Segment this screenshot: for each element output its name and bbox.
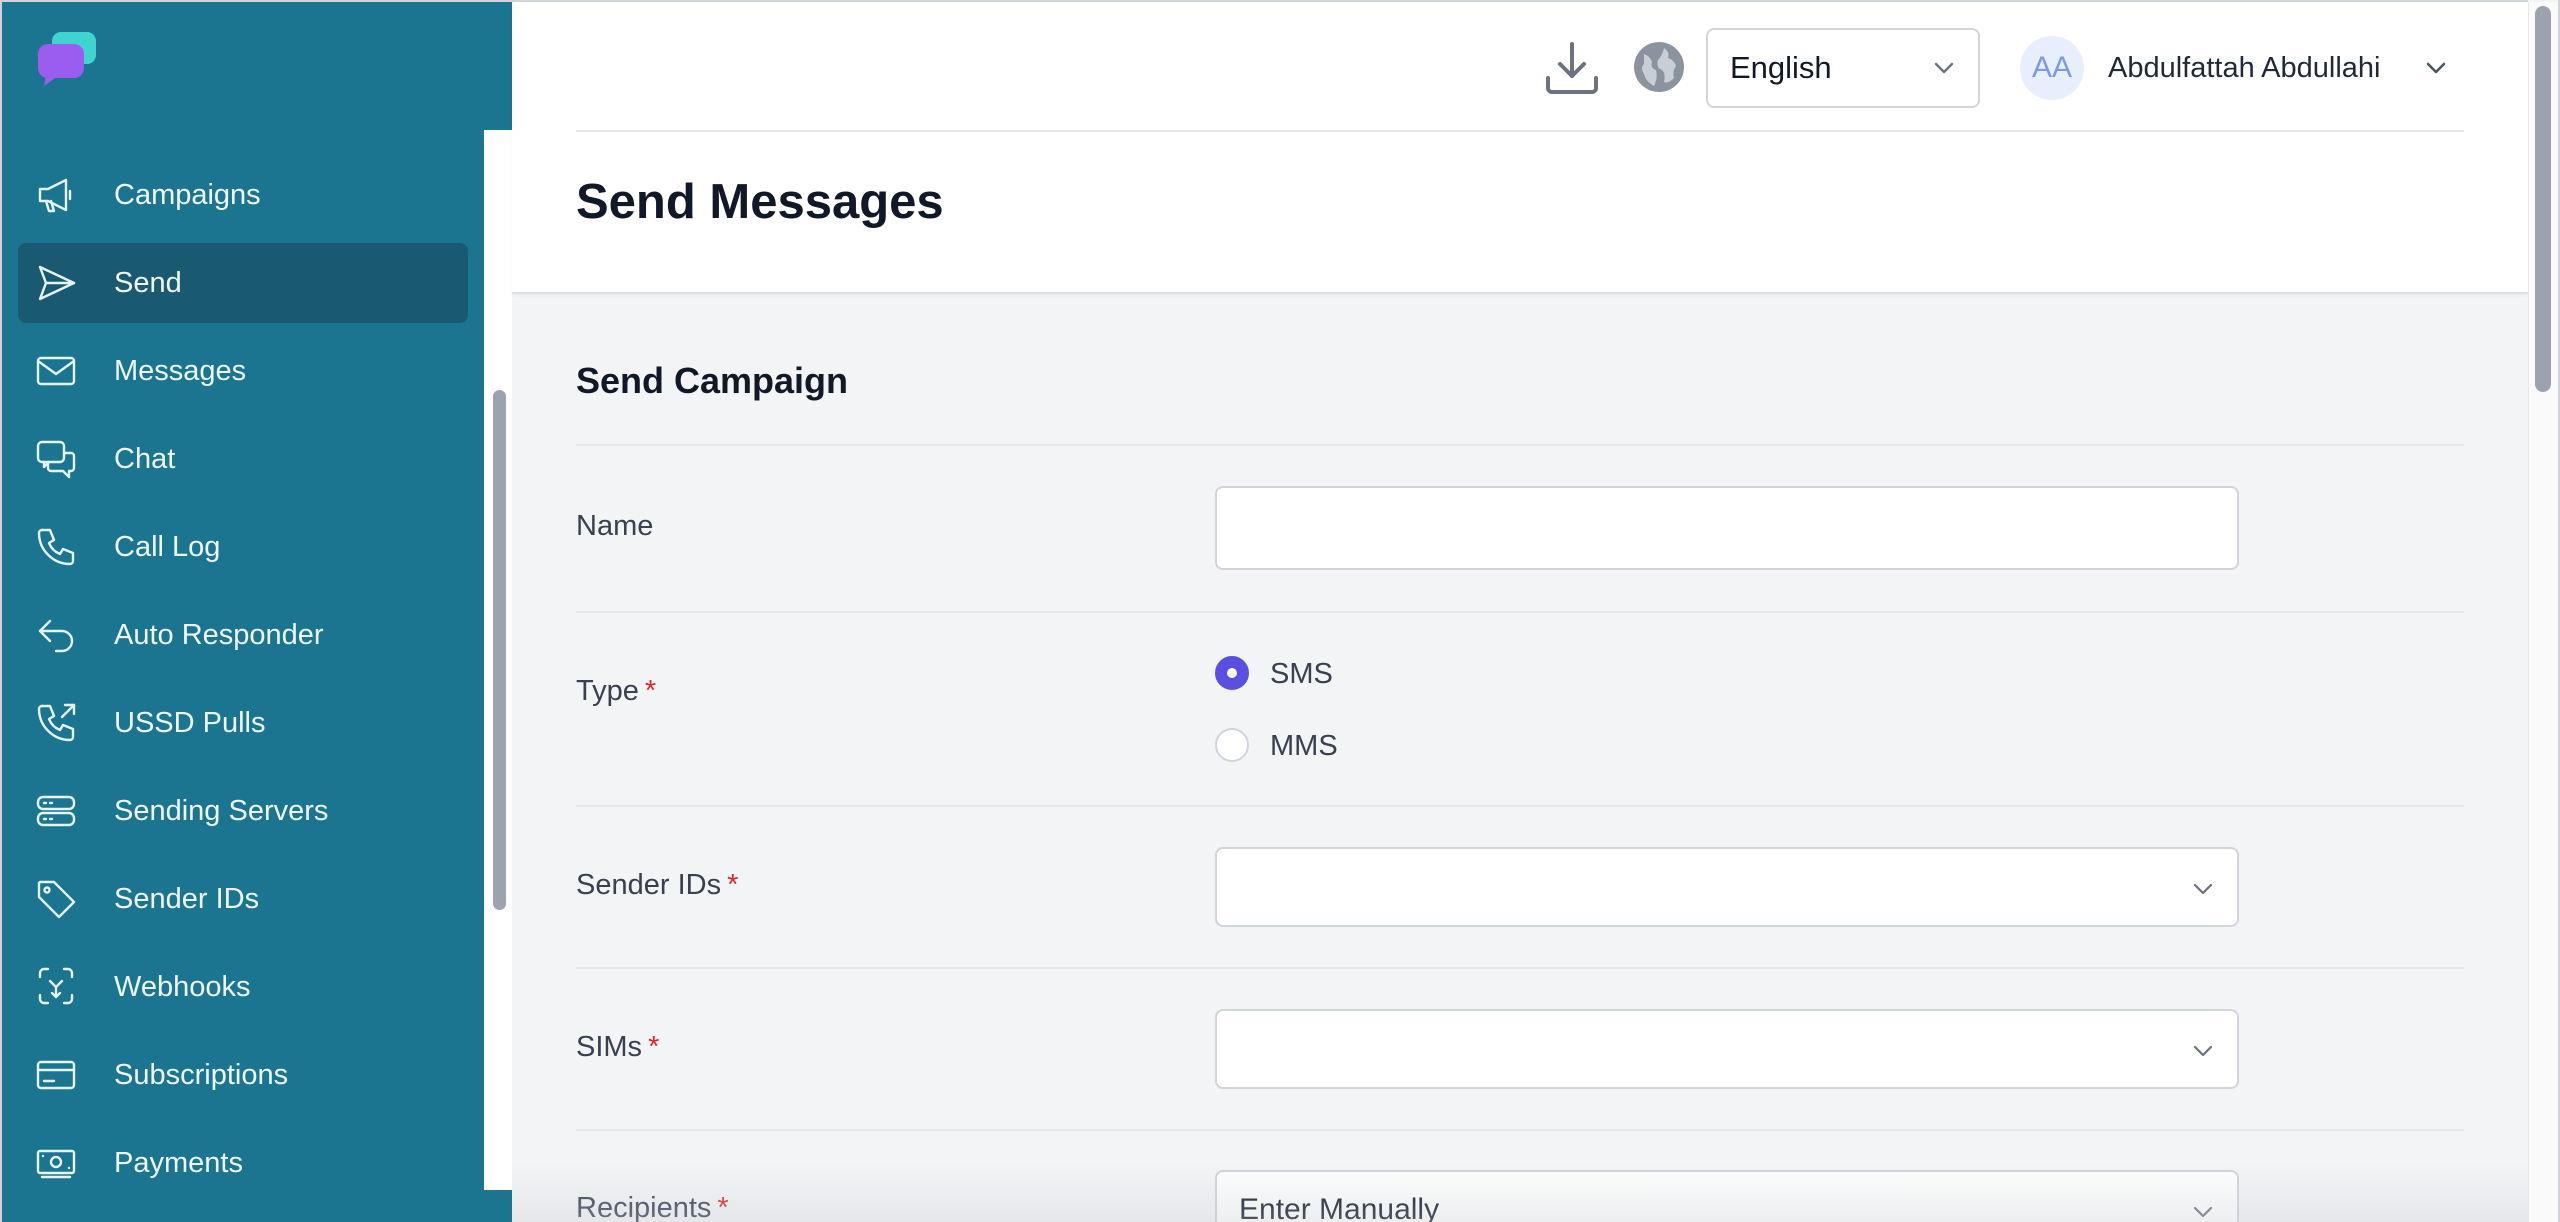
type-sms-label[interactable]: SMS [1270,658,1333,691]
chevron-down-icon [2193,1045,2213,1057]
envelope-icon [34,349,78,393]
sidebar-item-label: Sender IDs [114,883,260,915]
type-mms-radio[interactable] [1215,728,1249,762]
sidebar-item-label: Sending Servers [114,795,329,827]
required-marker: * [717,1192,729,1222]
required-marker: * [727,869,739,901]
divider [576,967,2464,969]
sidebar-item-label: USSD Pulls [114,707,266,739]
sidebar: Campaigns Send Messages Chat Call Log Au… [0,0,514,1222]
page-title: Send Messages [576,175,944,229]
recipients-select-value: Enter Manually [1239,1193,1440,1222]
name-label: Name [576,510,654,542]
app-logo[interactable] [36,30,98,88]
server-icon [34,789,78,833]
sidebar-item-label: Webhooks [114,971,251,1003]
sender-ids-label: Sender IDs * [576,869,739,901]
sidebar-item-subscriptions[interactable]: Subscriptions [18,1035,468,1115]
credit-card-icon [34,1053,78,1097]
sidebar-item-campaigns[interactable]: Campaigns [18,155,468,235]
chat-icon [34,437,78,481]
required-marker: * [648,1031,660,1063]
chevron-down-icon [1934,62,1954,74]
divider [576,611,2464,613]
divider [576,1129,2464,1131]
type-label: Type * [576,675,657,707]
sidebar-item-label: Payments [114,1147,243,1179]
chevron-down-icon [2193,883,2213,895]
top-header: English AA Abdulfattah Abdullahi Send Me… [512,2,2528,294]
sidebar-item-ussd-pulls[interactable]: USSD Pulls [18,683,468,763]
header-divider [576,130,2464,132]
language-select[interactable]: English [1706,28,1980,108]
avatar[interactable]: AA [2020,36,2084,100]
sender-ids-select[interactable] [1215,847,2239,927]
divider [576,805,2464,807]
phone-arrow-icon [34,701,78,745]
required-marker: * [644,675,657,707]
recipients-select[interactable]: Enter Manually [1215,1170,2239,1222]
sidebar-item-label: Subscriptions [114,1059,289,1091]
section-title: Send Campaign [576,360,849,401]
sidebar-item-label: Chat [114,443,176,475]
webhook-icon [34,965,78,1009]
type-sms-radio[interactable] [1215,656,1249,690]
sidebar-item-label: Auto Responder [114,619,324,651]
sidebar-item-call-log[interactable]: Call Log [18,507,468,587]
banknote-icon [34,1141,78,1185]
send-icon [34,261,78,305]
sidebar-item-webhooks[interactable]: Webhooks [18,947,468,1027]
sidebar-item-messages[interactable]: Messages [18,331,468,411]
chevron-down-icon [2193,1206,2213,1218]
type-mms-label[interactable]: MMS [1270,730,1338,763]
sidebar-item-auto-responder[interactable]: Auto Responder [18,595,468,675]
globe-icon[interactable] [1630,38,1688,96]
chevron-down-icon[interactable] [2424,58,2448,78]
main-scrollbar-thumb[interactable] [2535,6,2551,392]
download-icon[interactable] [1542,38,1602,98]
user-name[interactable]: Abdulfattah Abdullahi [2108,36,2381,100]
tag-icon [34,877,78,921]
sidebar-item-label: Campaigns [114,179,261,211]
sidebar-item-sender-ids[interactable]: Sender IDs [18,859,468,939]
sidebar-item-sending-servers[interactable]: Sending Servers [18,771,468,851]
divider [576,444,2464,446]
sidebar-nav: Campaigns Send Messages Chat Call Log Au… [2,150,484,1190]
sidebar-item-chat[interactable]: Chat [18,419,468,499]
megaphone-icon [34,173,78,217]
sidebar-item-send[interactable]: Send [18,243,468,323]
recipients-label: Recipients * [576,1192,729,1222]
sims-select[interactable] [1215,1009,2239,1089]
sidebar-item-payments[interactable]: Payments [18,1123,468,1190]
sidebar-item-label: Send [114,267,182,299]
name-input[interactable] [1215,486,2239,570]
sidebar-item-label: Call Log [114,531,221,563]
sidebar-scrollbar-thumb[interactable] [493,390,506,910]
language-select-value: English [1730,50,1832,85]
sims-label: SIMs * [576,1031,660,1063]
main-content: English AA Abdulfattah Abdullahi Send Me… [512,0,2560,1222]
phone-icon [34,525,78,569]
reply-icon [34,613,78,657]
sidebar-item-label: Messages [114,355,247,387]
